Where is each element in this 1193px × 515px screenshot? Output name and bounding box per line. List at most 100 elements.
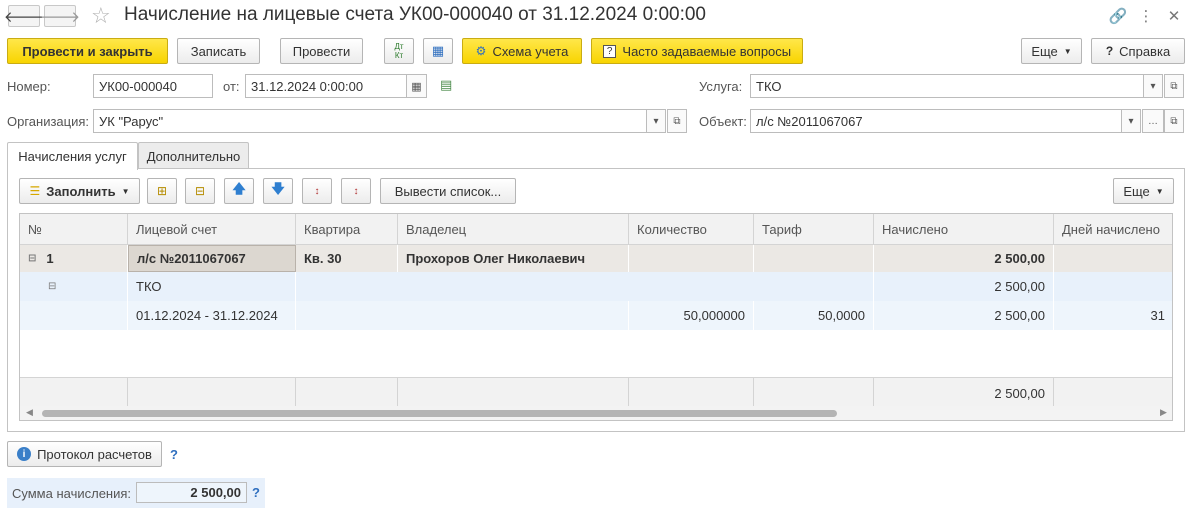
structure-button[interactable]: ▦ <box>423 38 453 64</box>
tab-accruals[interactable]: Начисления услуг <box>7 142 138 170</box>
open-icon: ⧉ <box>1170 80 1178 92</box>
stack-icon: ☰ <box>29 184 41 198</box>
grid-more-button[interactable]: Еще ▼ <box>1113 178 1174 204</box>
days-cell[interactable]: 31 <box>1054 301 1172 330</box>
object-select-button[interactable]: … <box>1142 109 1164 133</box>
table-header: № Лицевой счет Квартира Владелец Количес… <box>20 214 1172 245</box>
org-label: Организация: <box>7 114 90 129</box>
structure-icon: ▦ <box>431 43 445 58</box>
move-down-button[interactable]: 🡇 <box>263 178 293 204</box>
open-icon: ⧉ <box>1170 115 1178 127</box>
sum-help-icon[interactable]: ? <box>252 485 260 500</box>
collapse-icon[interactable]: ⊟ <box>28 253 36 264</box>
post-button[interactable]: Провести <box>280 38 363 64</box>
link-icon[interactable]: 🔗 <box>1108 6 1128 26</box>
table-row[interactable]: ⊟ 1 л/с №2011067067 Кв. 30 Прохоров Олег… <box>20 245 1172 272</box>
number-label: Номер: <box>7 79 51 94</box>
table-footer: 2 500,00 <box>20 377 1172 408</box>
object-dropdown-button[interactable]: ▾ <box>1121 109 1141 133</box>
remove-row-icon: ⊟ <box>194 184 206 198</box>
scroll-right-icon[interactable]: ▶ <box>1160 407 1167 418</box>
chevron-down-icon: ▾ <box>1128 115 1134 127</box>
faq-button[interactable]: ? Часто задаваемые вопросы <box>591 38 803 64</box>
scrollbar-thumb[interactable] <box>42 410 837 417</box>
delete-row-button[interactable]: ⊟ <box>185 178 215 204</box>
sort-descending-icon: ↕ <box>353 185 359 197</box>
scroll-left-icon[interactable]: ◀ <box>26 407 33 418</box>
tab-additional[interactable]: Дополнительно <box>138 142 249 169</box>
col-apartment[interactable]: Квартира <box>296 214 398 244</box>
calendar-button[interactable]: ▦ <box>406 74 427 98</box>
back-button[interactable]: 🡐 <box>4 5 44 27</box>
sort-ascending-icon: ↕ <box>314 185 320 197</box>
save-button[interactable]: Записать <box>177 38 260 64</box>
accruals-table[interactable]: № Лицевой счет Квартира Владелец Количес… <box>19 213 1173 421</box>
arrow-right-icon: 🡒 <box>39 8 81 26</box>
post-and-close-button[interactable]: Провести и закрыть <box>7 38 168 64</box>
org-open-button[interactable]: ⧉ <box>667 109 687 133</box>
accrued-cell[interactable]: 2 500,00 <box>874 272 1054 301</box>
col-account[interactable]: Лицевой счет <box>128 214 296 244</box>
move-up-button[interactable]: 🡅 <box>224 178 254 204</box>
info-icon: i <box>17 447 32 461</box>
date-field[interactable]: 31.12.2024 0:00:00 <box>245 74 407 98</box>
arrow-down-icon: 🡇 <box>271 181 285 196</box>
col-number[interactable]: № <box>20 214 128 244</box>
quantity-cell[interactable]: 50,000000 <box>629 301 754 330</box>
help-button[interactable]: ? Справка <box>1091 38 1185 64</box>
service-open-button[interactable]: ⧉ <box>1164 74 1184 98</box>
fill-button[interactable]: ☰ Заполнить ▼ <box>19 178 140 204</box>
account-cell[interactable]: л/с №2011067067 <box>128 245 296 272</box>
add-row-icon: ⊞ <box>156 184 168 198</box>
table-row[interactable]: 01.12.2024 - 31.12.2024 50,000000 50,000… <box>20 301 1172 330</box>
menu-dots-icon[interactable]: ⋮ <box>1136 6 1156 26</box>
scheme-button[interactable]: ⚙ Схема учета <box>462 38 582 64</box>
service-dropdown-button[interactable]: ▾ <box>1143 74 1163 98</box>
number-field[interactable]: УК00-000040 <box>93 74 213 98</box>
chevron-down-icon: ▼ <box>1155 186 1164 196</box>
close-icon[interactable]: ✕ <box>1164 6 1184 26</box>
more-button[interactable]: Еще ▼ <box>1021 38 1082 64</box>
scheme-icon: ⚙ <box>475 44 487 58</box>
org-dropdown-button[interactable]: ▾ <box>646 109 666 133</box>
star-icon[interactable]: ☆ <box>91 3 111 29</box>
table-row[interactable]: ⊟ ТКО 2 500,00 <box>20 272 1172 301</box>
add-row-button[interactable]: ⊞ <box>147 178 177 204</box>
owner-cell[interactable]: Прохоров Олег Николаевич <box>398 245 629 272</box>
page-title: Начисление на лицевые счета УК00-000040 … <box>124 4 706 25</box>
sort-asc-button[interactable]: ↕ <box>302 178 332 204</box>
output-list-button[interactable]: Вывести список... <box>380 178 516 204</box>
horizontal-scrollbar[interactable]: ◀ ▶ <box>20 406 1172 420</box>
col-days[interactable]: Дней начислено <box>1054 214 1172 244</box>
accrued-total: 2 500,00 <box>874 378 1054 408</box>
protocol-help-icon[interactable]: ? <box>170 447 178 462</box>
dt-kt-icon: Дт Кт <box>394 42 404 60</box>
collapse-icon[interactable]: ⊟ <box>48 281 56 292</box>
question-icon: ? <box>602 44 617 58</box>
question-icon: ? <box>1105 44 1114 58</box>
dt-kt-button[interactable]: Дт Кт <box>384 38 414 64</box>
object-field[interactable]: л/с №2011067067 <box>750 109 1122 133</box>
open-icon: ⧉ <box>673 115 681 127</box>
apartment-cell[interactable]: Кв. 30 <box>296 245 398 272</box>
org-field[interactable]: УК "Рарус" <box>93 109 647 133</box>
col-owner[interactable]: Владелец <box>398 214 629 244</box>
accrued-cell[interactable]: 2 500,00 <box>874 301 1054 330</box>
sort-desc-button[interactable]: ↕ <box>341 178 371 204</box>
service-field[interactable]: ТКО <box>750 74 1144 98</box>
forward-button[interactable]: 🡒 <box>40 5 80 27</box>
chevron-down-icon: ▼ <box>1063 46 1072 56</box>
period-cell[interactable]: 01.12.2024 - 31.12.2024 <box>128 301 296 330</box>
arrow-up-icon: 🡅 <box>232 181 246 196</box>
col-tariff[interactable]: Тариф <box>754 214 874 244</box>
chevron-down-icon: ▼ <box>121 186 130 196</box>
col-quantity[interactable]: Количество <box>629 214 754 244</box>
document-check-icon[interactable]: ▤ <box>440 77 452 93</box>
accrued-cell[interactable]: 2 500,00 <box>874 245 1054 272</box>
ellipsis-icon: … <box>1148 115 1158 127</box>
service-cell[interactable]: ТКО <box>128 272 296 301</box>
tariff-cell[interactable]: 50,0000 <box>754 301 874 330</box>
object-open-button[interactable]: ⧉ <box>1164 109 1184 133</box>
protocol-button[interactable]: i Протокол расчетов <box>7 441 162 467</box>
col-accrued[interactable]: Начислено <box>874 214 1054 244</box>
